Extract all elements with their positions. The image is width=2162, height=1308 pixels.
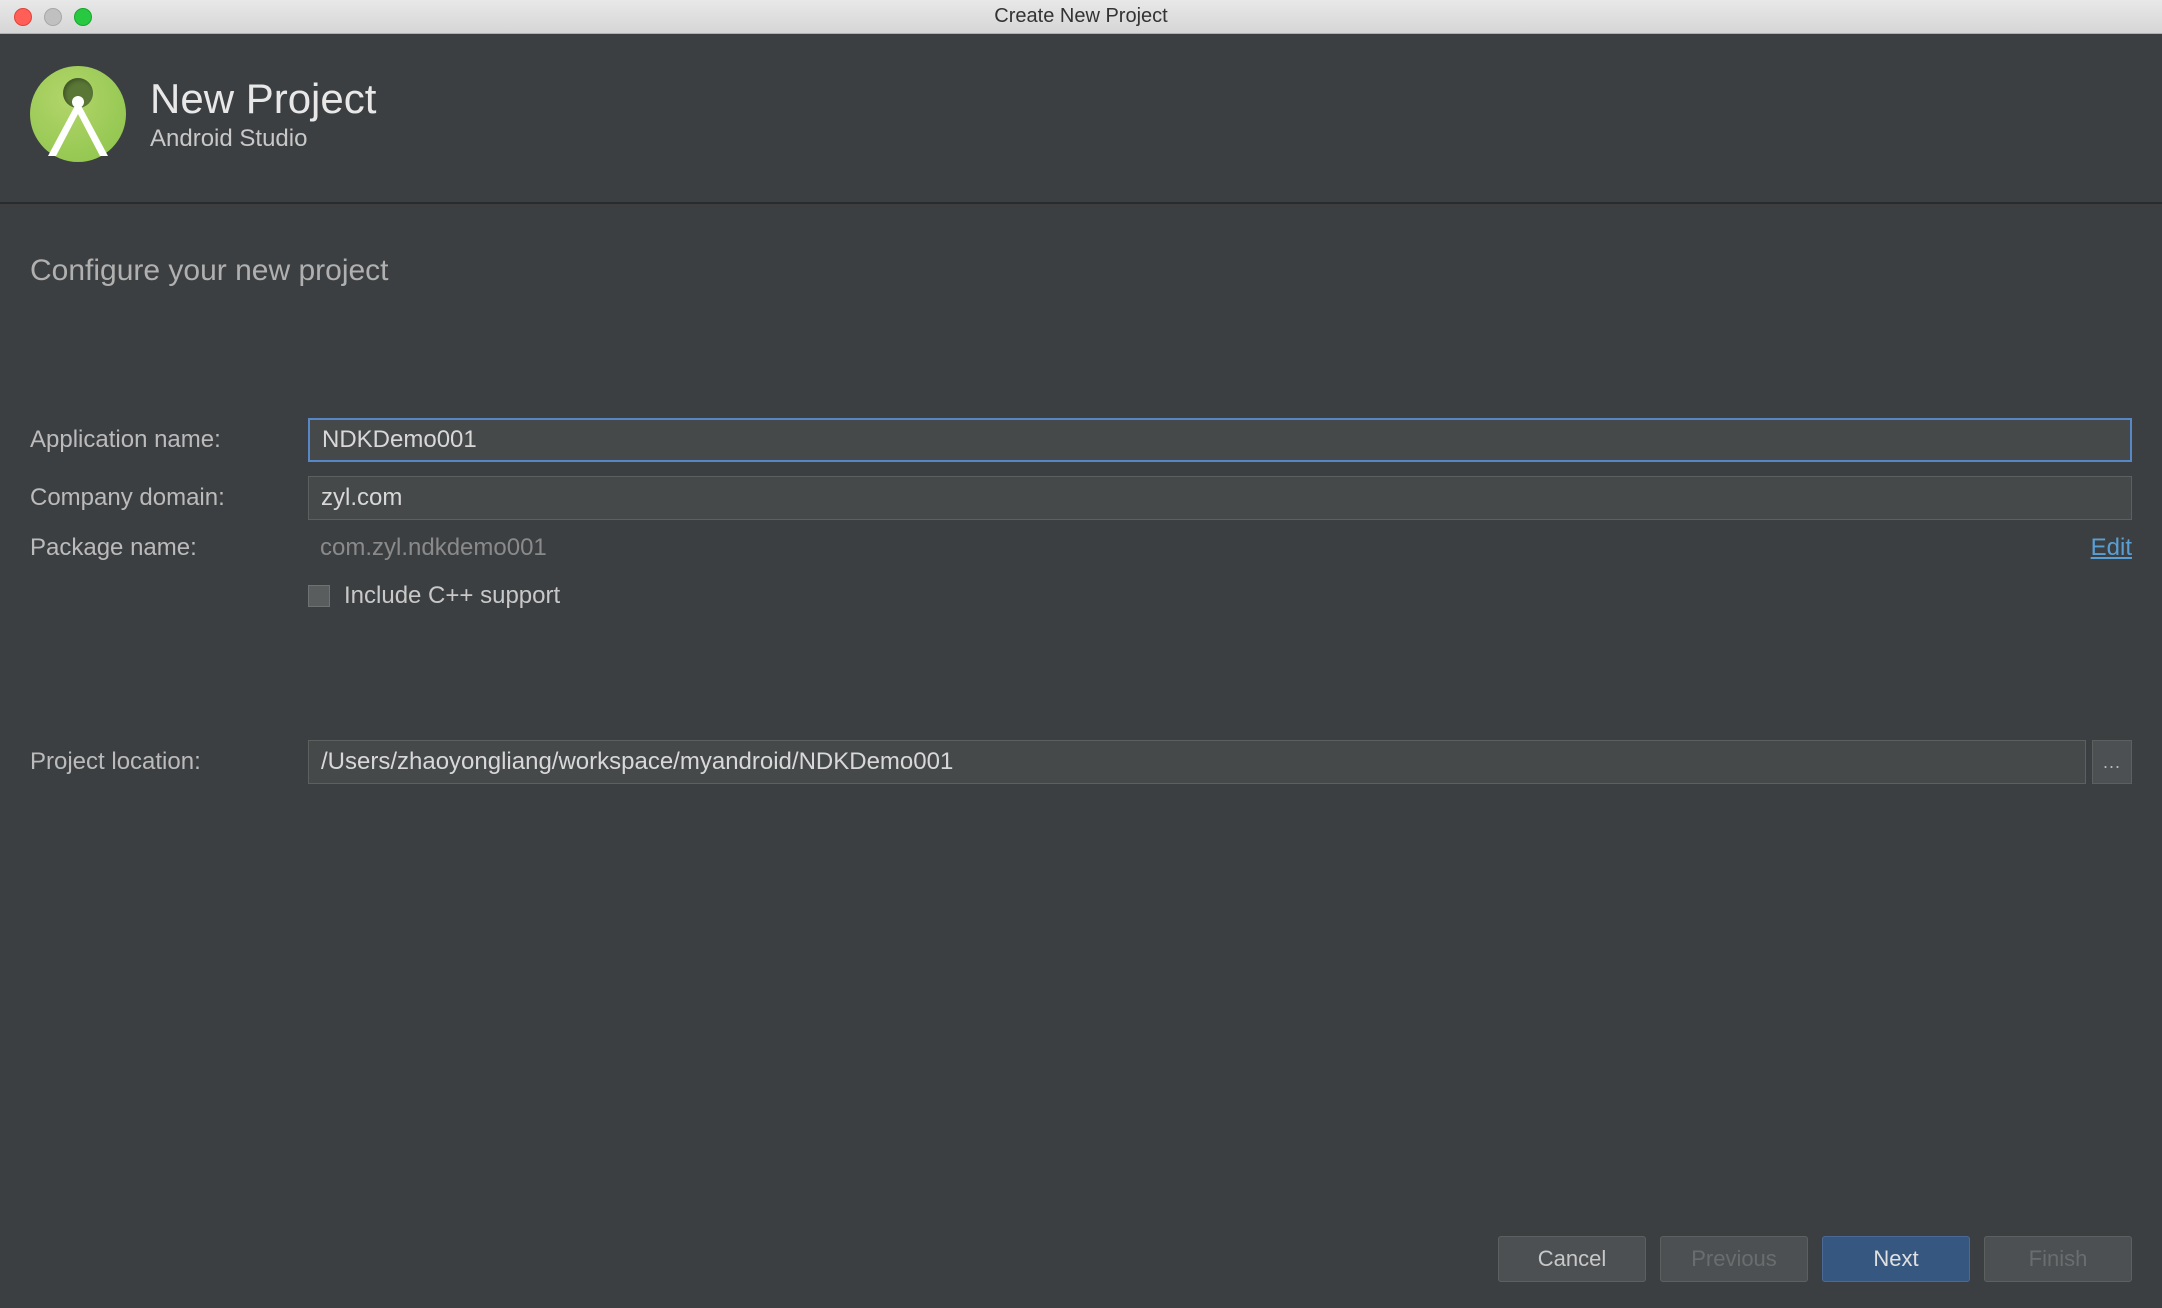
android-studio-logo-icon <box>30 66 126 162</box>
project-location-input[interactable] <box>308 740 2086 784</box>
company-domain-label: Company domain: <box>30 484 308 512</box>
content-area: Configure your new project Application n… <box>0 204 2162 798</box>
application-name-label: Application name: <box>30 426 308 454</box>
window-title: Create New Project <box>994 5 1167 28</box>
cpp-support-label: Include C++ support <box>344 582 560 610</box>
browse-location-button[interactable]: ... <box>2092 740 2132 784</box>
section-title: Configure your new project <box>30 254 2132 288</box>
package-name-row: Package name: com.zyl.ndkdemo001 Edit <box>30 534 2132 562</box>
footer-buttons: Cancel Previous Next Finish <box>1498 1236 2132 1282</box>
page-subtitle: Android Studio <box>150 125 376 153</box>
header: New Project Android Studio <box>0 34 2162 204</box>
company-domain-row: Company domain: <box>30 476 2132 520</box>
close-icon[interactable] <box>14 8 32 26</box>
page-title: New Project <box>150 75 376 123</box>
application-name-input[interactable] <box>308 418 2132 462</box>
package-name-value: com.zyl.ndkdemo001 <box>308 534 2075 562</box>
form: Application name: Company domain: Packag… <box>30 418 2132 798</box>
maximize-icon[interactable] <box>74 8 92 26</box>
application-name-row: Application name: <box>30 418 2132 462</box>
cpp-support-row: Include C++ support <box>308 582 2132 610</box>
finish-button: Finish <box>1984 1236 2132 1282</box>
previous-button: Previous <box>1660 1236 1808 1282</box>
project-location-row: Project location: ... <box>30 740 2132 784</box>
package-name-label: Package name: <box>30 534 308 562</box>
window-controls <box>0 8 92 26</box>
titlebar: Create New Project <box>0 0 2162 34</box>
company-domain-input[interactable] <box>308 476 2132 520</box>
cancel-button[interactable]: Cancel <box>1498 1236 1646 1282</box>
project-location-label: Project location: <box>30 748 308 776</box>
cpp-support-checkbox[interactable] <box>308 585 330 607</box>
edit-package-link[interactable]: Edit <box>2091 534 2132 562</box>
next-button[interactable]: Next <box>1822 1236 1970 1282</box>
minimize-icon[interactable] <box>44 8 62 26</box>
